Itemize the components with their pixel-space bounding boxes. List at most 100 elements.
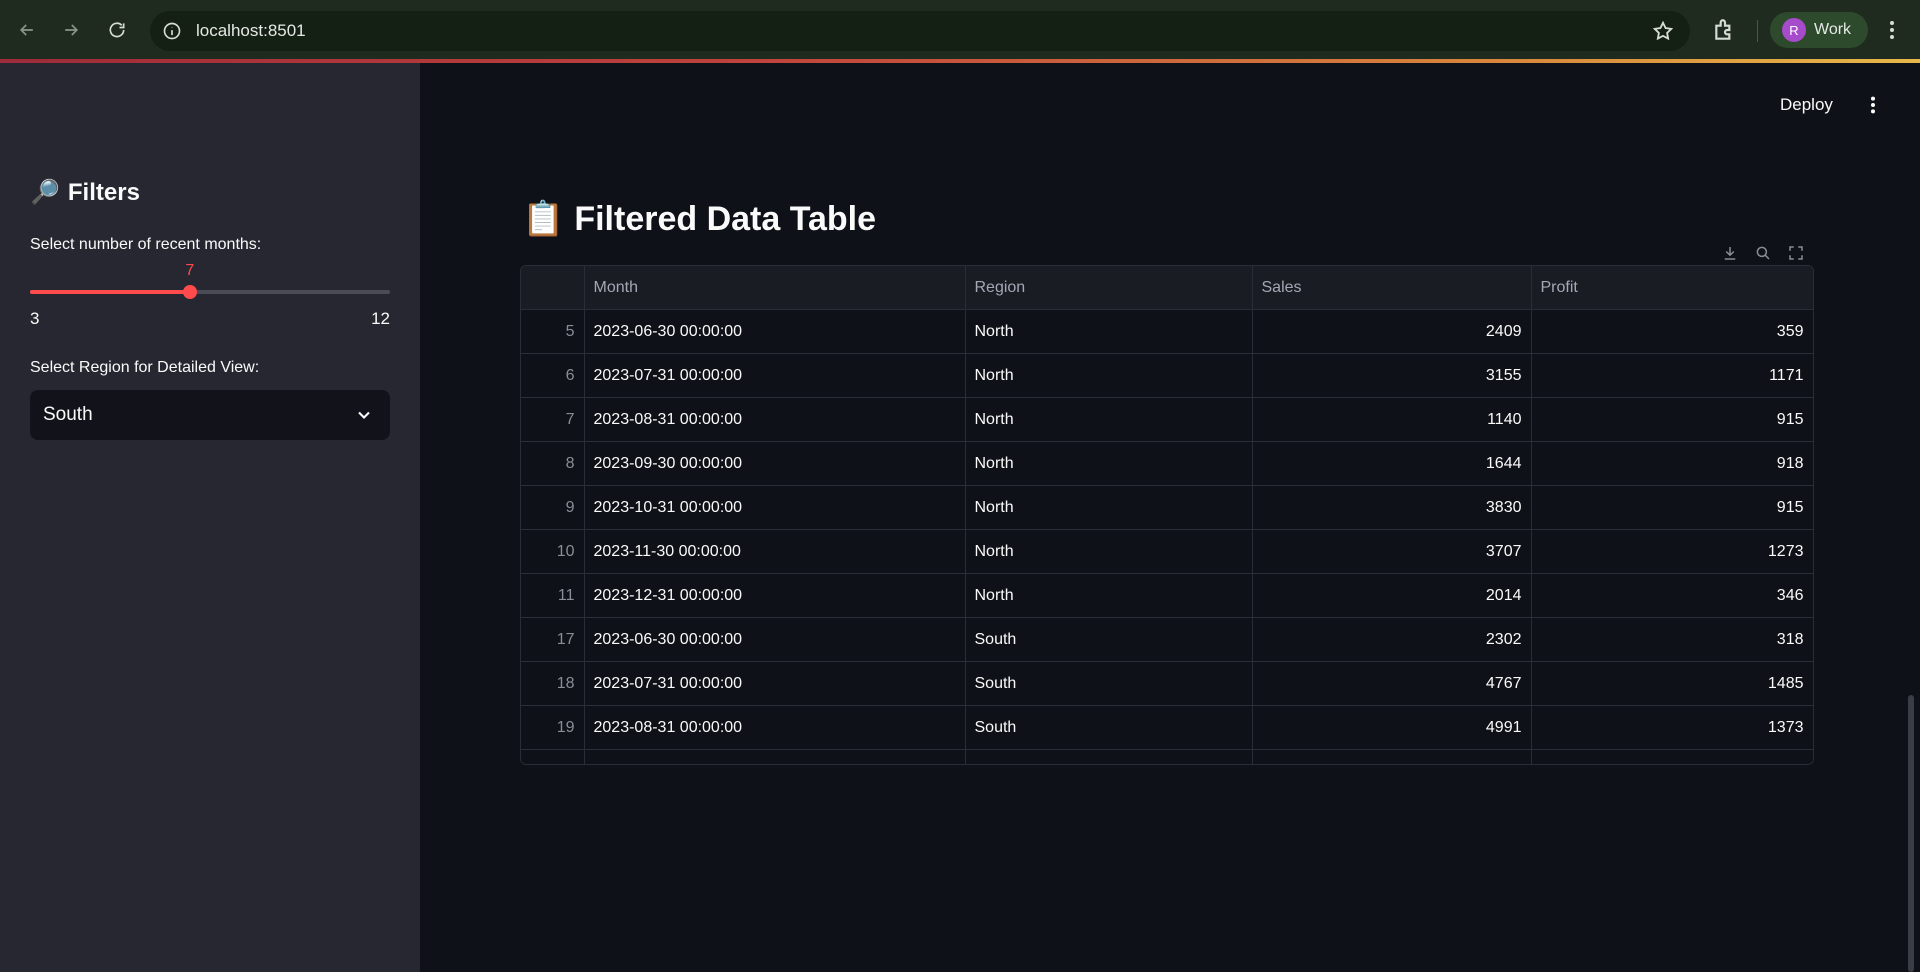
column-header-index[interactable] <box>521 266 585 310</box>
month-cell[interactable]: 2023-07-31 00:00:00 <box>584 353 966 398</box>
month-cell[interactable]: 2023-12-31 00:00:00 <box>584 573 966 618</box>
sales-cell[interactable]: 3830 <box>1252 485 1532 530</box>
region-select[interactable]: South <box>30 390 390 440</box>
region-cell[interactable]: North <box>965 309 1253 354</box>
data-table[interactable]: Month Region Sales Profit 5 2023-06-30 0… <box>520 265 1814 765</box>
browser-menu-icon[interactable] <box>1880 18 1904 42</box>
month-cell[interactable]: 2023-08-31 00:00:00 <box>584 397 966 442</box>
row-index-cell <box>521 749 585 764</box>
column-header-profit[interactable]: Profit <box>1531 266 1813 310</box>
page-scrollbar[interactable] <box>1908 695 1914 972</box>
sidebar: 🔎 Filters Select number of recent months… <box>0 63 420 972</box>
profit-cell[interactable]: 359 <box>1531 309 1813 354</box>
row-index-cell[interactable]: 8 <box>521 441 585 486</box>
profit-cell[interactable]: 918 <box>1531 441 1813 486</box>
region-cell[interactable]: South <box>965 617 1253 662</box>
region-cell[interactable]: North <box>965 353 1253 398</box>
page-title-text: Filtered Data Table <box>574 199 877 238</box>
month-cell[interactable]: 2023-06-30 00:00:00 <box>584 309 966 354</box>
month-cell <box>584 749 966 764</box>
profit-cell[interactable]: 1373 <box>1531 705 1813 750</box>
bookmark-star-icon[interactable] <box>1652 20 1674 42</box>
sales-cell[interactable]: 2409 <box>1252 309 1532 354</box>
forward-icon[interactable] <box>55 14 87 46</box>
row-index-cell[interactable]: 6 <box>521 353 585 398</box>
month-cell[interactable]: 2023-11-30 00:00:00 <box>584 529 966 574</box>
region-cell[interactable]: North <box>965 485 1253 530</box>
sales-cell[interactable]: 3707 <box>1252 529 1532 574</box>
region-cell <box>965 749 1253 764</box>
months-slider-handle[interactable] <box>182 285 197 299</box>
region-cell[interactable]: South <box>965 661 1253 706</box>
table-row: 8 2023-09-30 00:00:00 North 1644 918 <box>521 441 1813 486</box>
table-row: 9 2023-10-31 00:00:00 North 3830 915 <box>521 485 1813 530</box>
region-cell[interactable]: South <box>965 705 1253 750</box>
region-cell[interactable]: North <box>965 573 1253 618</box>
profit-cell[interactable]: 346 <box>1531 573 1813 618</box>
months-slider-min: 3 <box>30 309 40 328</box>
main-menu-icon[interactable] <box>1862 94 1884 116</box>
column-header-month[interactable]: Month <box>584 266 966 310</box>
url-text: localhost:8501 <box>196 21 306 40</box>
table-row: 11 2023-12-31 00:00:00 North 2014 346 <box>521 573 1813 618</box>
month-cell[interactable]: 2023-07-31 00:00:00 <box>584 661 966 706</box>
months-slider-fill <box>30 290 190 294</box>
reload-icon[interactable] <box>101 14 133 46</box>
search-icon[interactable] <box>1754 244 1772 262</box>
sales-cell[interactable]: 2014 <box>1252 573 1532 618</box>
row-index-cell[interactable]: 11 <box>521 573 585 618</box>
fullscreen-icon[interactable] <box>1787 244 1805 262</box>
table-row: 5 2023-06-30 00:00:00 North 2409 359 <box>521 309 1813 354</box>
column-header-sales[interactable]: Sales <box>1252 266 1532 310</box>
row-index-cell[interactable]: 5 <box>521 309 585 354</box>
extensions-icon[interactable] <box>1712 17 1738 43</box>
toolbar-divider <box>1757 20 1758 42</box>
row-index-cell[interactable]: 18 <box>521 661 585 706</box>
sales-cell[interactable]: 2302 <box>1252 617 1532 662</box>
address-bar[interactable]: localhost:8501 <box>150 11 1690 51</box>
sales-cell[interactable]: 4767 <box>1252 661 1532 706</box>
browser-toolbar: localhost:8501 R Work <box>0 0 1920 60</box>
month-cell[interactable]: 2023-08-31 00:00:00 <box>584 705 966 750</box>
page-title: 📋 Filtered Data Table <box>522 199 876 239</box>
table-row: 18 2023-07-31 00:00:00 South 4767 1485 <box>521 661 1813 706</box>
deploy-button[interactable]: Deploy <box>1780 95 1833 115</box>
table-row: 6 2023-07-31 00:00:00 North 3155 1171 <box>521 353 1813 398</box>
row-index-cell[interactable]: 17 <box>521 617 585 662</box>
profit-cell[interactable]: 318 <box>1531 617 1813 662</box>
months-slider-label: Select number of recent months: <box>30 236 262 253</box>
region-cell[interactable]: North <box>965 529 1253 574</box>
row-index-cell[interactable]: 10 <box>521 529 585 574</box>
months-slider-value: 7 <box>185 262 195 279</box>
region-cell[interactable]: North <box>965 441 1253 486</box>
back-icon[interactable] <box>11 14 43 46</box>
months-slider-max: 12 <box>371 309 390 328</box>
download-icon[interactable] <box>1721 244 1739 262</box>
profile-label: Work <box>1814 21 1852 38</box>
row-index-cell[interactable]: 9 <box>521 485 585 530</box>
sales-cell[interactable]: 4991 <box>1252 705 1532 750</box>
sales-cell <box>1252 749 1532 764</box>
profit-cell[interactable]: 915 <box>1531 397 1813 442</box>
table-row: 17 2023-06-30 00:00:00 South 2302 318 <box>521 617 1813 662</box>
region-select-value: South <box>43 404 93 425</box>
column-header-region[interactable]: Region <box>965 266 1253 310</box>
row-index-cell[interactable]: 19 <box>521 705 585 750</box>
profit-cell[interactable]: 915 <box>1531 485 1813 530</box>
region-cell[interactable]: North <box>965 397 1253 442</box>
profit-cell[interactable]: 1171 <box>1531 353 1813 398</box>
profit-cell[interactable]: 1485 <box>1531 661 1813 706</box>
row-index-cell[interactable]: 7 <box>521 397 585 442</box>
site-info-icon[interactable] <box>162 21 182 41</box>
magnifier-icon: 🔎 <box>30 179 60 206</box>
sidebar-title: 🔎 Filters <box>30 178 140 207</box>
month-cell[interactable]: 2023-10-31 00:00:00 <box>584 485 966 530</box>
profile-button[interactable]: R Work <box>1770 12 1868 48</box>
sales-cell[interactable]: 1644 <box>1252 441 1532 486</box>
month-cell[interactable]: 2023-06-30 00:00:00 <box>584 617 966 662</box>
sales-cell[interactable]: 3155 <box>1252 353 1532 398</box>
profit-cell <box>1531 749 1813 764</box>
month-cell[interactable]: 2023-09-30 00:00:00 <box>584 441 966 486</box>
sales-cell[interactable]: 1140 <box>1252 397 1532 442</box>
profit-cell[interactable]: 1273 <box>1531 529 1813 574</box>
